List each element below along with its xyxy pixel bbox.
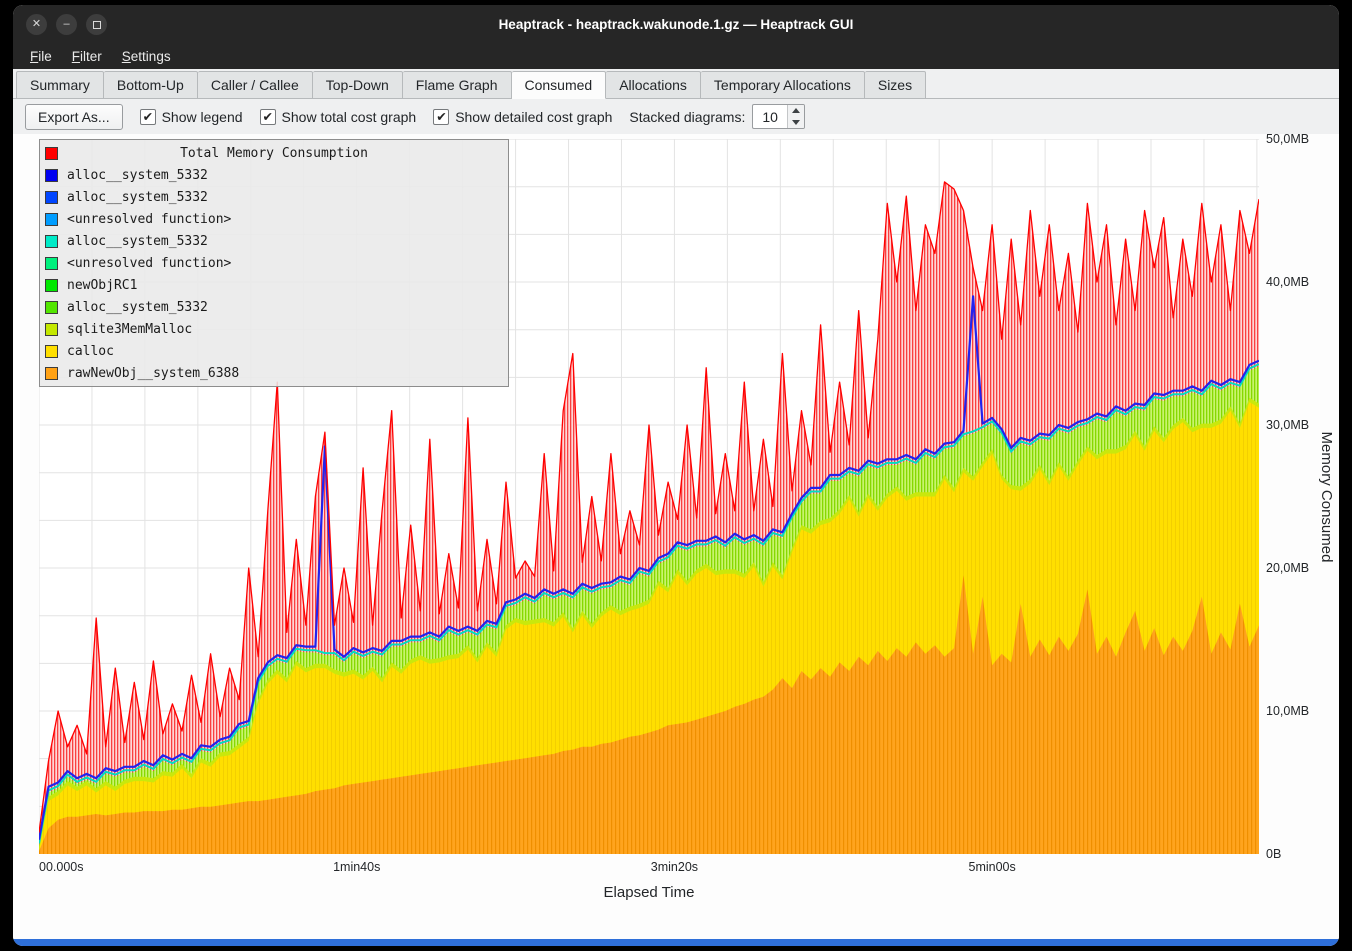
- legend-item: alloc__system_5332: [40, 186, 508, 208]
- chart-area: Total Memory Consumption alloc__system_53…: [13, 134, 1339, 939]
- legend-item: <unresolved function>: [40, 252, 508, 274]
- tab-top-down[interactable]: Top-Down: [313, 71, 403, 99]
- checkbox-label: Show detailed cost graph: [455, 109, 612, 125]
- x-tick-label: 1min40s: [333, 860, 380, 874]
- legend-label: alloc__system_5332: [67, 234, 208, 249]
- y-tick-label: 50,0MB: [1266, 131, 1309, 147]
- window-title: Heaptrack - heaptrack.wakunode.1.gz — He…: [13, 17, 1339, 32]
- menu-settings[interactable]: Settings: [113, 47, 180, 66]
- legend-swatch: [45, 323, 58, 336]
- tab-bar: SummaryBottom-UpCaller / CalleeTop-DownF…: [13, 69, 1339, 99]
- legend-label: rawNewObj__system_6388: [67, 366, 239, 381]
- checkbox-label: Show total cost graph: [282, 109, 417, 125]
- legend-title-row: Total Memory Consumption: [40, 142, 508, 164]
- stacked-diagrams-value: 10: [753, 105, 787, 128]
- checkbox-icon: [433, 109, 449, 125]
- legend-item: <unresolved function>: [40, 208, 508, 230]
- maximize-icon: [93, 21, 101, 29]
- legend-item: alloc__system_5332: [40, 164, 508, 186]
- tab-flame-graph[interactable]: Flame Graph: [403, 71, 512, 99]
- checkbox-icon: [260, 109, 276, 125]
- legend-label: newObjRC1: [67, 278, 137, 293]
- desktop: { "window": { "title": "Heaptrack - heap…: [0, 0, 1352, 951]
- spinbox-arrows: [787, 105, 804, 128]
- checkbox-show-detailed-cost-graph[interactable]: Show detailed cost graph: [433, 109, 612, 125]
- y-tick-label: 0B: [1266, 846, 1281, 862]
- menu-filter[interactable]: Filter: [63, 47, 111, 66]
- legend-item: calloc: [40, 340, 508, 362]
- tab-consumed[interactable]: Consumed: [512, 71, 607, 99]
- legend-swatch: [45, 345, 58, 358]
- y-axis-title: Memory Consumed: [1318, 431, 1335, 562]
- legend-label: Total Memory Consumption: [40, 146, 508, 161]
- legend-label: alloc__system_5332: [67, 190, 208, 205]
- menu-file[interactable]: File: [21, 47, 61, 66]
- stacked-diagrams-spinbox[interactable]: 10: [752, 104, 805, 129]
- tab-caller-callee[interactable]: Caller / Callee: [198, 71, 313, 99]
- tab-summary[interactable]: Summary: [16, 71, 104, 99]
- legend-item: rawNewObj__system_6388: [40, 362, 508, 384]
- bottom-accent-bar: [13, 939, 1339, 946]
- menu-bar: FileFilterSettings: [13, 44, 1339, 69]
- legend-swatch: [45, 367, 58, 380]
- window-controls: ✕ –: [26, 14, 107, 35]
- legend-label: sqlite3MemMalloc: [67, 322, 192, 337]
- close-button[interactable]: ✕: [26, 14, 47, 35]
- checkbox-icon: [140, 109, 156, 125]
- export-as-button[interactable]: Export As...: [25, 104, 123, 130]
- maximize-button[interactable]: [86, 14, 107, 35]
- tab-allocations[interactable]: Allocations: [606, 71, 701, 99]
- checkbox-show-legend[interactable]: Show legend: [140, 109, 243, 125]
- checkbox-label: Show legend: [162, 109, 243, 125]
- legend-label: <unresolved function>: [67, 212, 231, 227]
- checkbox-show-total-cost-graph[interactable]: Show total cost graph: [260, 109, 417, 125]
- legend-item: alloc__system_5332: [40, 296, 508, 318]
- toolbar: Export As... Show legend Show total cost …: [13, 99, 1339, 134]
- spinbox-down-button[interactable]: [788, 117, 804, 129]
- app-window: ✕ – Heaptrack - heaptrack.wakunode.1.gz …: [13, 5, 1339, 946]
- x-axis-title: Elapsed Time: [604, 884, 695, 901]
- x-tick-label: 5min00s: [969, 860, 1016, 874]
- chart-legend: Total Memory Consumption alloc__system_53…: [39, 139, 509, 387]
- legend-swatch: [45, 169, 58, 182]
- chevron-up-icon: [792, 108, 800, 113]
- legend-item: newObjRC1: [40, 274, 508, 296]
- x-tick-label: 00.000s: [39, 860, 83, 874]
- chevron-down-icon: [792, 120, 800, 125]
- legend-swatch: [45, 213, 58, 226]
- titlebar[interactable]: ✕ – Heaptrack - heaptrack.wakunode.1.gz …: [13, 5, 1339, 44]
- legend-label: alloc__system_5332: [67, 168, 208, 183]
- y-tick-label: 10,0MB: [1266, 703, 1309, 719]
- legend-item: sqlite3MemMalloc: [40, 318, 508, 340]
- x-tick-label: 3min20s: [651, 860, 698, 874]
- legend-label: calloc: [67, 344, 114, 359]
- tab-temporary-allocations[interactable]: Temporary Allocations: [701, 71, 865, 99]
- tab-sizes[interactable]: Sizes: [865, 71, 926, 99]
- legend-item: alloc__system_5332: [40, 230, 508, 252]
- y-tick-label: 40,0MB: [1266, 274, 1309, 290]
- stacked-diagrams-label: Stacked diagrams:: [629, 109, 745, 125]
- main-content: SummaryBottom-UpCaller / CalleeTop-DownF…: [13, 69, 1339, 939]
- legend-swatch: [45, 257, 58, 270]
- legend-swatch: [45, 191, 58, 204]
- legend-swatch: [45, 279, 58, 292]
- minimize-button[interactable]: –: [56, 14, 77, 35]
- y-tick-label: 30,0MB: [1266, 417, 1309, 433]
- legend-swatch: [45, 301, 58, 314]
- legend-swatch: [45, 235, 58, 248]
- legend-label: <unresolved function>: [67, 256, 231, 271]
- tab-bottom-up[interactable]: Bottom-Up: [104, 71, 198, 99]
- spinbox-up-button[interactable]: [788, 105, 804, 117]
- y-tick-label: 20,0MB: [1266, 560, 1309, 576]
- legend-label: alloc__system_5332: [67, 300, 208, 315]
